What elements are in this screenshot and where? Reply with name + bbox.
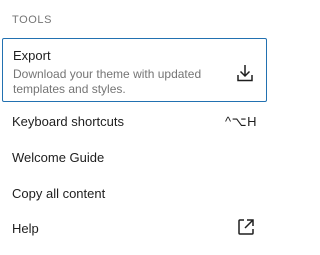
- export-description: Download your theme with updated templat…: [13, 67, 202, 96]
- export-menu-item[interactable]: Export Download your theme with updated …: [2, 38, 267, 102]
- external-link-icon: [234, 215, 257, 244]
- keyboard-shortcuts-label: Keyboard shortcuts: [12, 114, 125, 129]
- keyboard-shortcuts-menu-item[interactable]: Keyboard shortcuts ^⌥H: [2, 108, 267, 136]
- download-icon: [233, 48, 256, 90]
- export-label: Export: [13, 48, 51, 63]
- export-text: Export Download your theme with updated …: [13, 48, 233, 97]
- keyboard-shortcuts-shortcut: ^⌥H: [225, 114, 257, 129]
- copy-all-content-label: Copy all content: [12, 186, 106, 201]
- tools-group-label: TOOLS: [12, 14, 53, 26]
- copy-all-content-menu-item[interactable]: Copy all content: [2, 180, 267, 208]
- welcome-guide-label: Welcome Guide: [12, 150, 105, 165]
- tools-menu-panel: TOOLS Export Download your theme with up…: [0, 0, 273, 255]
- welcome-guide-menu-item[interactable]: Welcome Guide: [2, 144, 267, 172]
- help-menu-item[interactable]: Help: [2, 215, 267, 243]
- help-label: Help: [12, 221, 39, 236]
